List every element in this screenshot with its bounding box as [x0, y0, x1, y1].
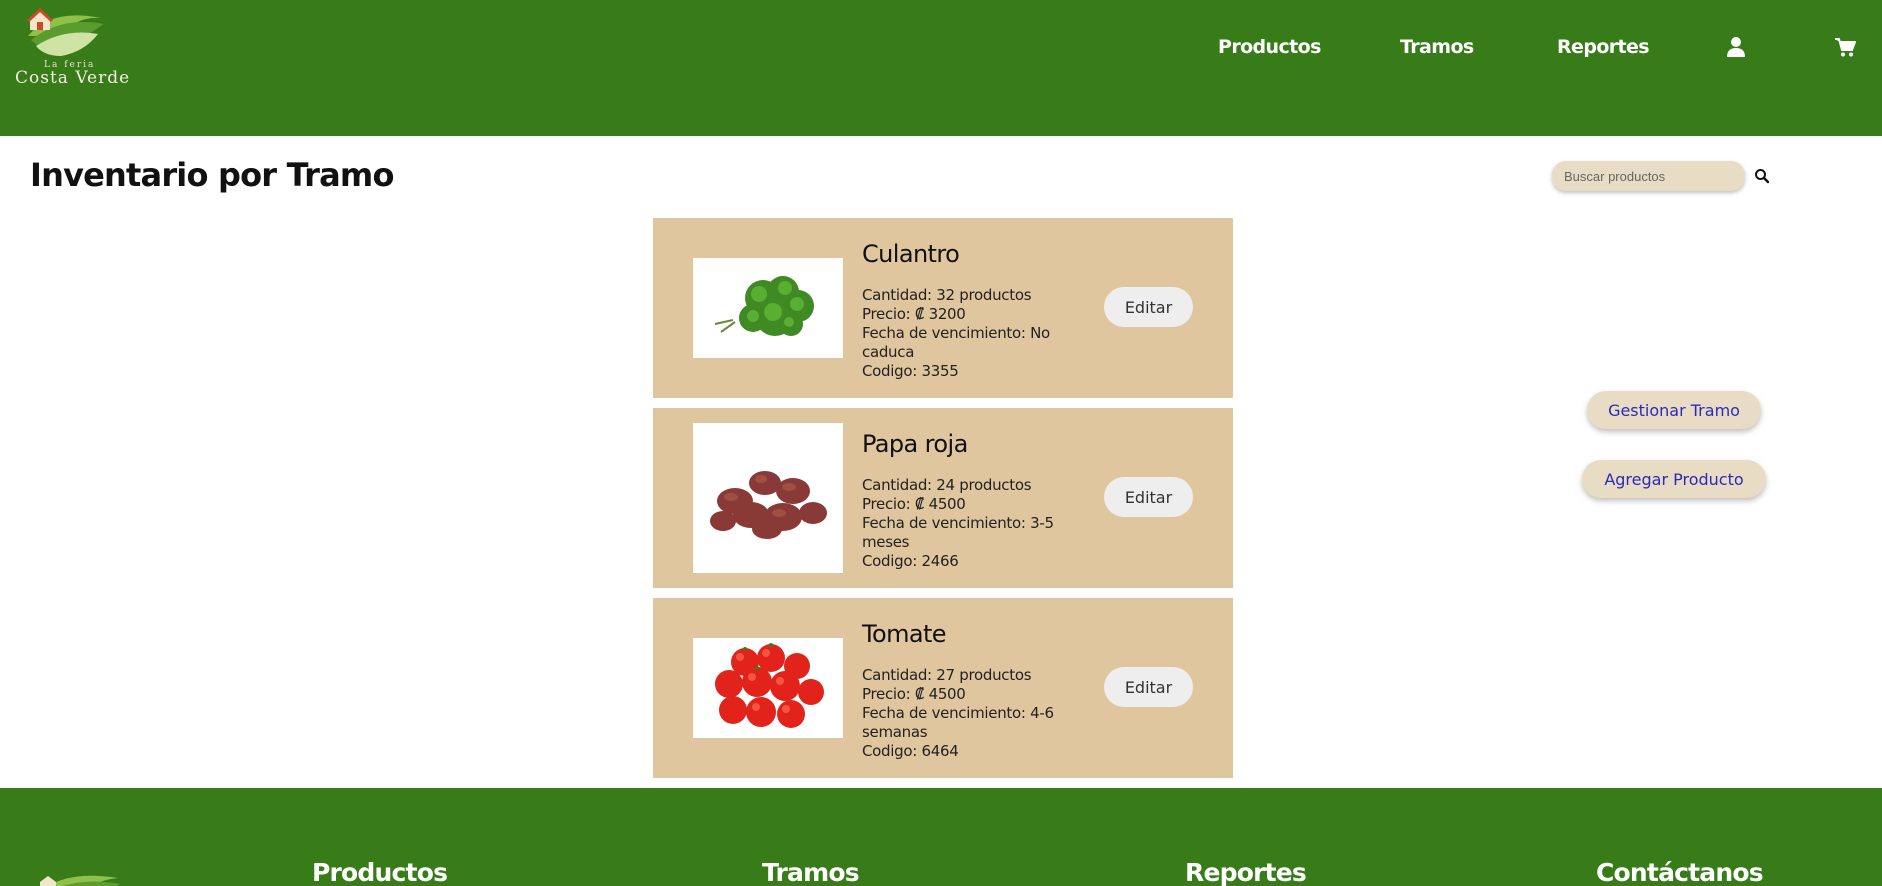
product-name: Papa roja — [862, 430, 968, 458]
product-details: Cantidad: 24 productos Precio: ₡ 4500 Fe… — [862, 476, 1092, 571]
culantro-image — [693, 258, 843, 358]
product-price: Precio: ₡ 4500 — [862, 495, 966, 513]
agregar-producto-button[interactable]: Agregar Producto — [1582, 460, 1766, 498]
product-name: Tomate — [862, 620, 947, 648]
logo-hills-icon — [26, 7, 104, 56]
search-icon[interactable] — [1754, 168, 1770, 184]
product-code: Codigo: 3355 — [862, 362, 959, 380]
logo-wordmark: Costa Verde — [15, 68, 131, 88]
logo[interactable]: La feria Costa Verde — [6, 6, 129, 88]
search-input[interactable] — [1552, 161, 1745, 191]
nav-productos[interactable]: Productos — [1218, 36, 1321, 58]
product-expiration: Fecha de vencimiento: 3-5 meses — [862, 514, 1054, 551]
footer-logo[interactable] — [28, 874, 138, 886]
product-price: Precio: ₡ 4500 — [862, 685, 966, 703]
product-card: Tomate Cantidad: 27 productos Precio: ₡ … — [653, 598, 1233, 778]
product-card: Culantro Cantidad: 32 productos Precio: … — [653, 218, 1233, 398]
footer: Productos Tramos Reportes Contáctanos — [0, 788, 1882, 886]
nav-reportes[interactable]: Reportes — [1557, 36, 1650, 58]
product-card: Papa roja Cantidad: 24 productos Precio:… — [653, 408, 1233, 588]
product-price: Precio: ₡ 3200 — [862, 305, 966, 323]
edit-button[interactable]: Editar — [1104, 477, 1193, 517]
papa-roja-image — [693, 423, 843, 573]
product-code: Codigo: 6464 — [862, 742, 959, 760]
page-title: Inventario por Tramo — [30, 156, 394, 194]
footer-link-productos[interactable]: Productos — [312, 858, 448, 886]
product-quantity: Cantidad: 24 productos — [862, 476, 1032, 494]
product-details: Cantidad: 32 productos Precio: ₡ 3200 Fe… — [862, 286, 1092, 381]
footer-link-reportes[interactable]: Reportes — [1185, 858, 1307, 886]
nav-tramos[interactable]: Tramos — [1400, 36, 1474, 58]
footer-link-contactanos[interactable]: Contáctanos — [1596, 858, 1764, 886]
product-code: Codigo: 2466 — [862, 552, 959, 570]
product-name: Culantro — [862, 240, 960, 268]
product-expiration: Fecha de vencimiento: No caduca — [862, 324, 1050, 361]
user-icon[interactable] — [1725, 36, 1747, 58]
tomate-image — [693, 638, 843, 738]
product-details: Cantidad: 27 productos Precio: ₡ 4500 Fe… — [862, 666, 1092, 761]
top-header: La feria Costa Verde Productos Tramos Re… — [0, 0, 1882, 136]
edit-button[interactable]: Editar — [1104, 287, 1193, 327]
product-expiration: Fecha de vencimiento: 4-6 semanas — [862, 704, 1054, 741]
product-quantity: Cantidad: 32 productos — [862, 286, 1032, 304]
gestionar-tramo-button[interactable]: Gestionar Tramo — [1587, 391, 1761, 429]
cart-icon[interactable] — [1834, 36, 1856, 58]
product-quantity: Cantidad: 27 productos — [862, 666, 1032, 684]
footer-link-tramos[interactable]: Tramos — [762, 858, 860, 886]
edit-button[interactable]: Editar — [1104, 667, 1193, 707]
